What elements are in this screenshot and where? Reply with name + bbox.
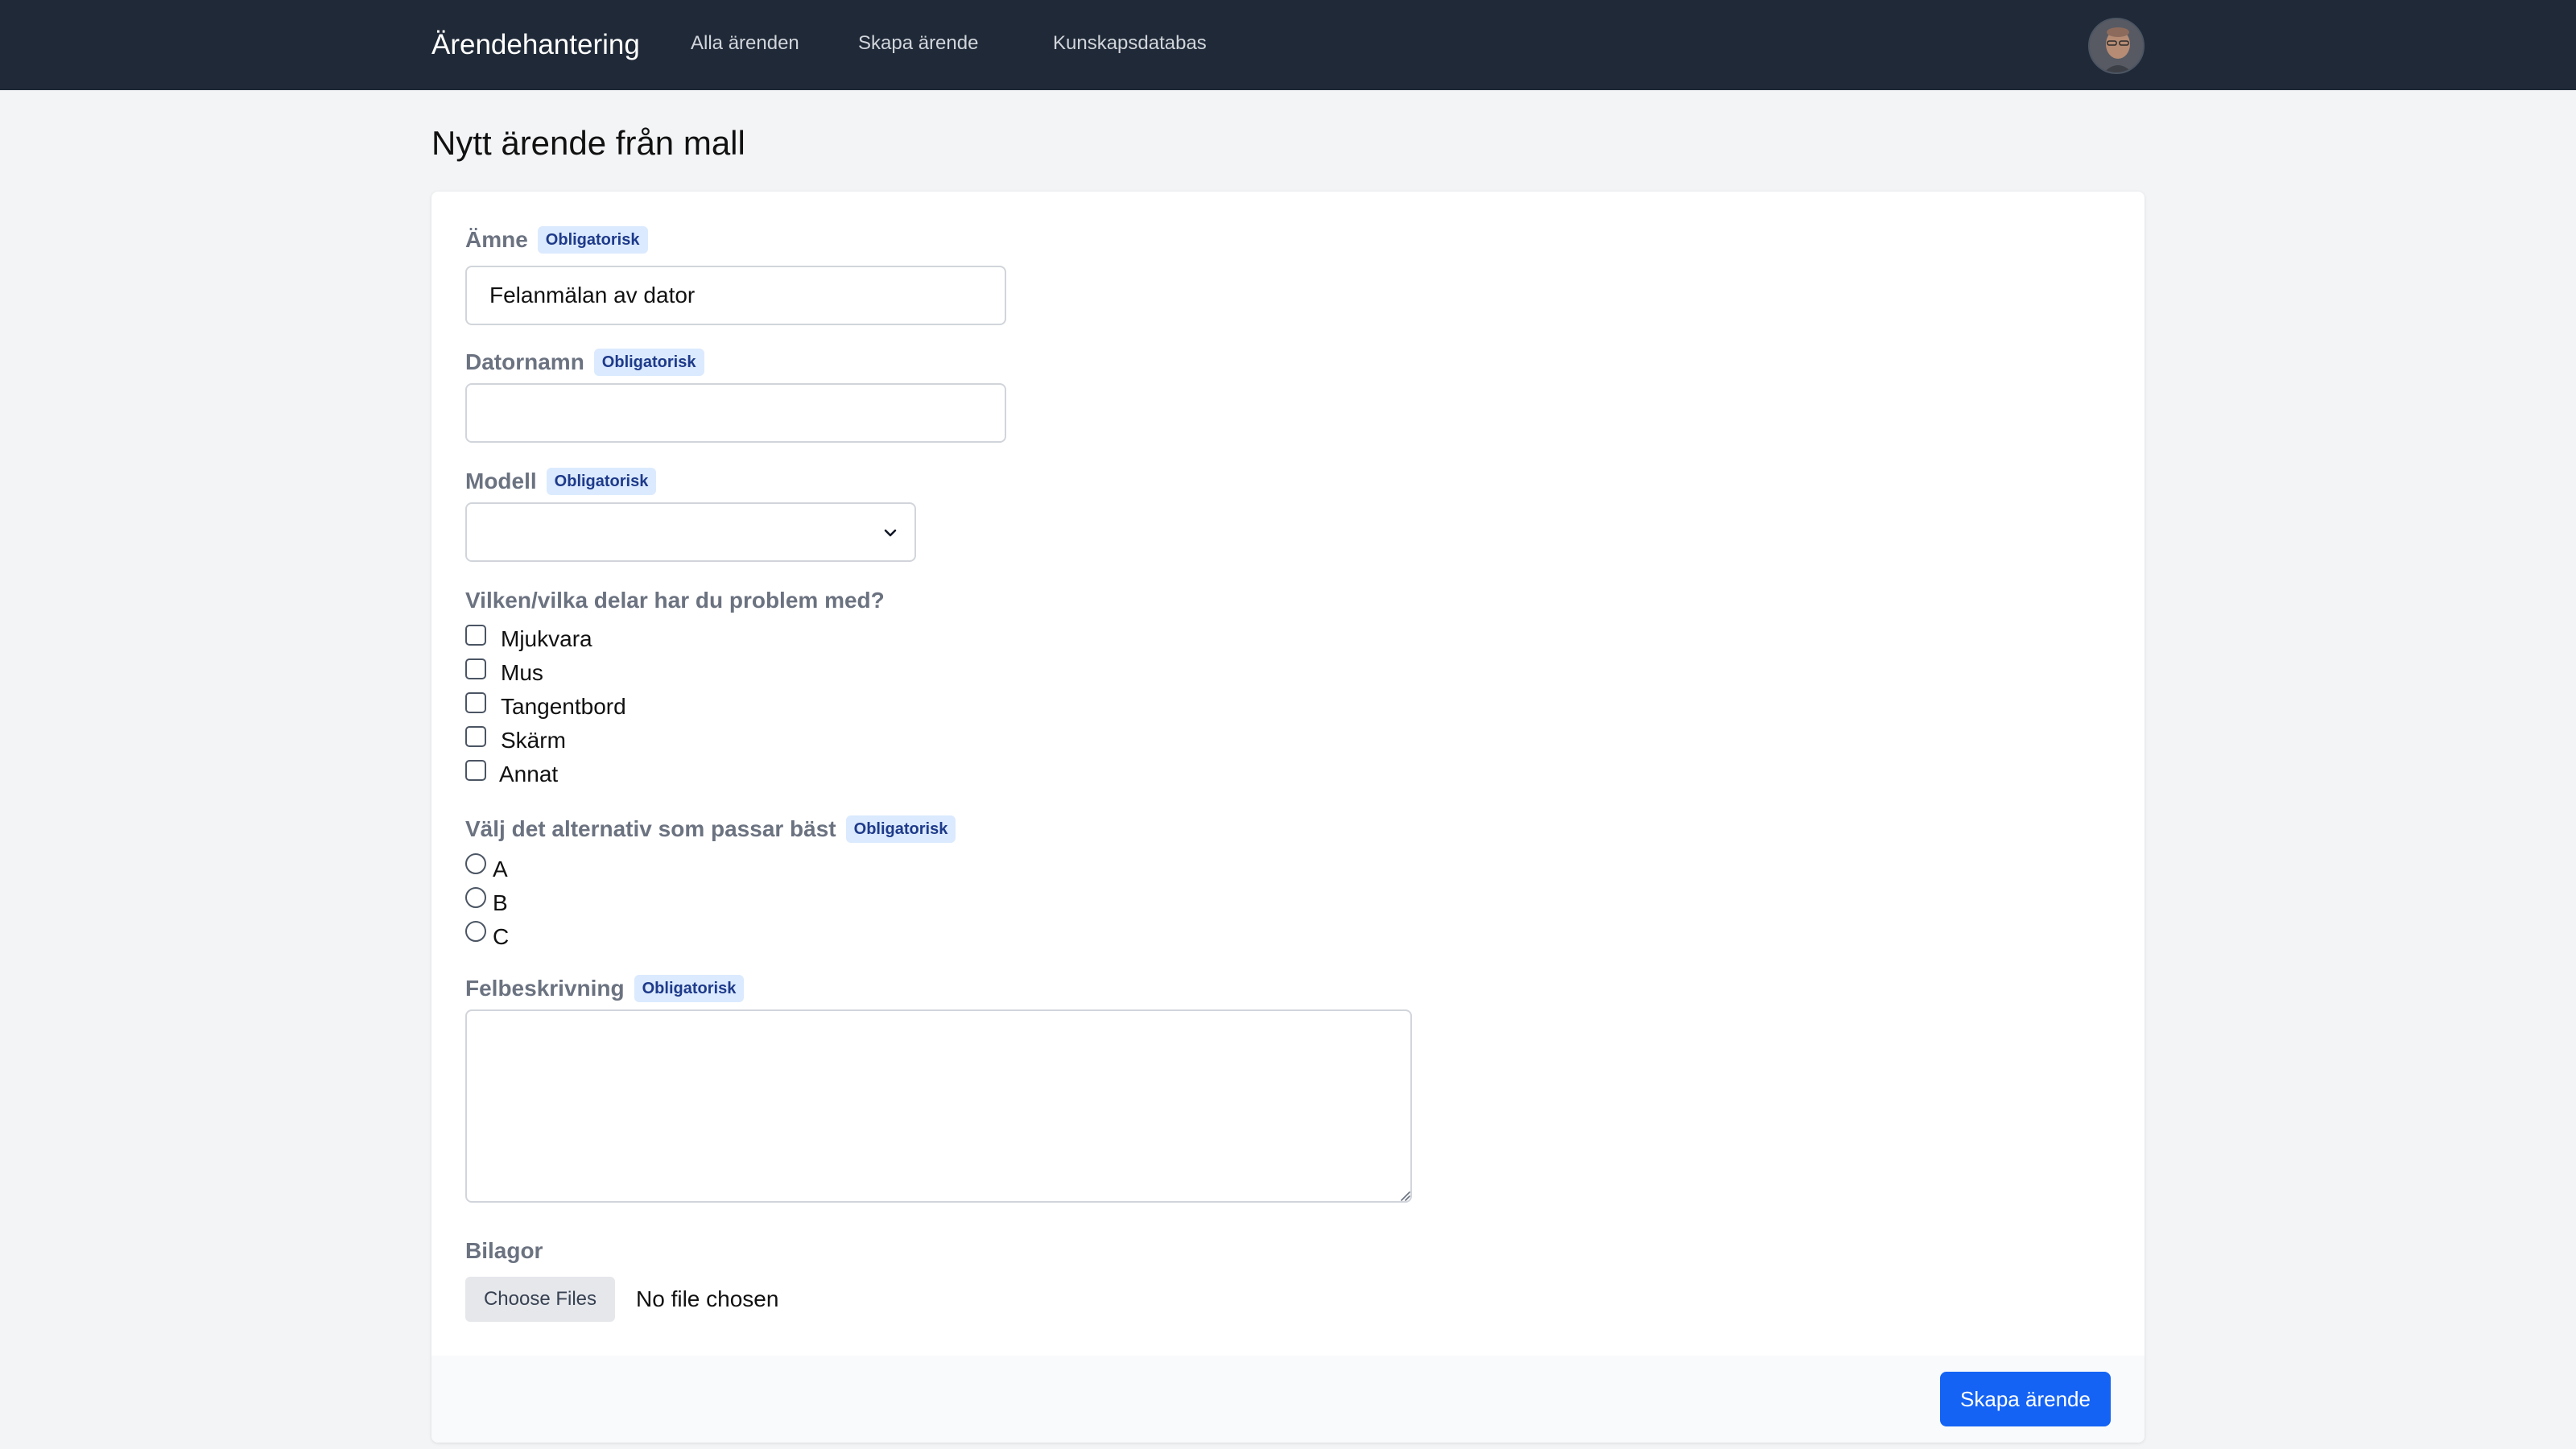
form-footer [431, 1356, 2145, 1443]
chevron-down-icon [884, 529, 897, 537]
checkbox[interactable] [465, 658, 486, 679]
description-label-text: Felbeskrivning [465, 976, 625, 1001]
required-badge: Obligatorisk [546, 468, 657, 495]
radio-button[interactable] [465, 921, 486, 942]
top-navigation: Ärendehantering Alla ärenden Skapa ärend… [0, 0, 2576, 90]
file-status-text: No file chosen [636, 1286, 779, 1311]
checkbox-label: Tangentbord [501, 694, 626, 719]
model-select[interactable] [465, 502, 916, 562]
nav-link-create-ticket[interactable]: Skapa ärende [858, 0, 978, 87]
subject-label-text: Ämne [465, 227, 528, 252]
computer-name-label: Datornamn Obligatorisk [465, 348, 704, 377]
nav-link-knowledge-base[interactable]: Kunskapsdatabas [1053, 0, 1207, 87]
radio-label: C [493, 924, 510, 949]
resize-handle-icon[interactable] [1397, 1188, 1410, 1201]
checkbox-label: Skärm [501, 728, 566, 753]
description-textarea[interactable] [465, 1009, 1412, 1203]
checkbox-label: Mus [501, 660, 543, 685]
required-badge: Obligatorisk [634, 975, 745, 1002]
checkbox[interactable] [465, 760, 486, 781]
computer-name-label-text: Datornamn [465, 349, 584, 374]
checkbox[interactable] [465, 625, 486, 646]
required-badge: Obligatorisk [537, 226, 648, 254]
best-option-label: Välj det alternativ som passar bäst Oblig… [465, 815, 956, 844]
required-badge: Obligatorisk [845, 815, 956, 843]
user-avatar[interactable] [2088, 18, 2145, 74]
radio-button[interactable] [465, 853, 486, 874]
best-option-label-text: Välj det alternativ som passar bäst [465, 816, 836, 841]
attachments-label: Bilagor [465, 1238, 543, 1263]
radio-label: A [493, 857, 508, 881]
avatar-portrait-icon [2090, 19, 2143, 72]
brand-link[interactable]: Ärendehantering [431, 0, 640, 90]
checkbox[interactable] [465, 692, 486, 713]
checkbox-label: Mjukvara [501, 626, 592, 651]
model-label: Modell Obligatorisk [465, 467, 657, 496]
page-title: Nytt ärende från mall [431, 124, 745, 162]
checkbox-label: Annat [499, 762, 559, 786]
model-label-text: Modell [465, 469, 537, 493]
create-ticket-button[interactable]: Skapa ärende [1940, 1372, 2111, 1426]
radio-button[interactable] [465, 887, 486, 908]
parts-label: Vilken/vilka delar har du problem med? [465, 588, 885, 613]
required-badge: Obligatorisk [593, 349, 704, 376]
ticket-form-card: Ämne Obligatorisk Datornamn Obligatorisk M… [431, 192, 2145, 1443]
checkbox[interactable] [465, 726, 486, 747]
nav-link-all-tickets[interactable]: Alla ärenden [691, 0, 799, 87]
subject-label: Ämne Obligatorisk [465, 225, 648, 254]
choose-files-button[interactable]: Choose Files [465, 1277, 615, 1322]
computer-name-input[interactable] [465, 383, 1006, 443]
subject-input[interactable] [465, 266, 1006, 325]
description-label: Felbeskrivning Obligatorisk [465, 974, 745, 1003]
radio-label: B [493, 890, 508, 915]
